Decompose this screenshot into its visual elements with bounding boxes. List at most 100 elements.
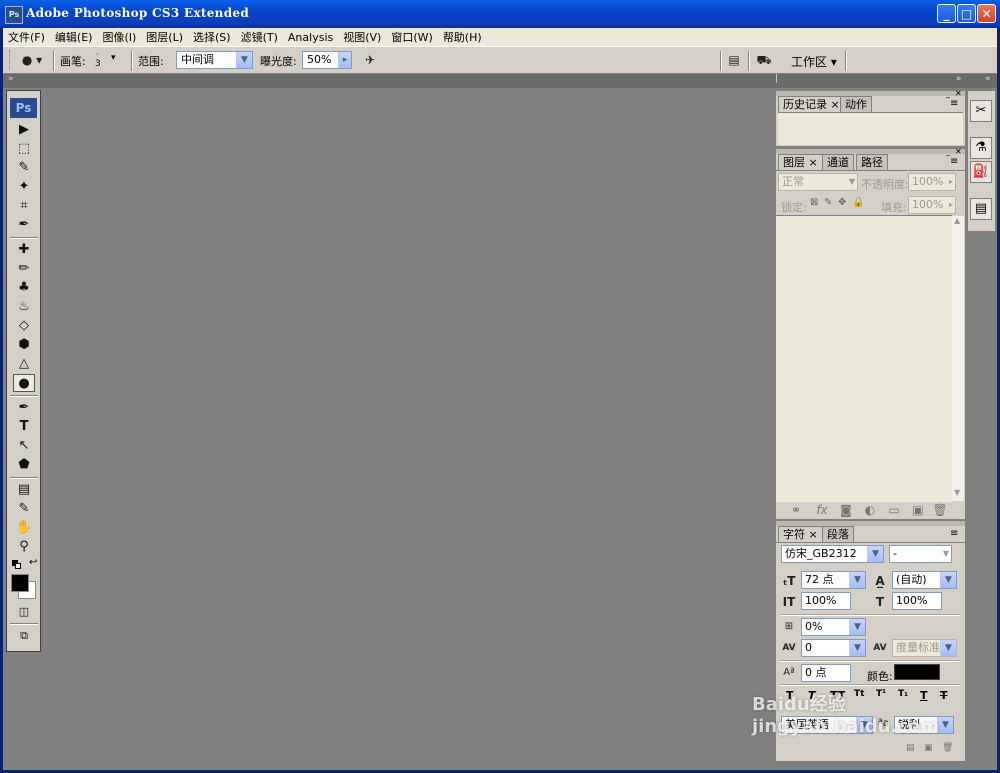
tab-history[interactable]: 历史记录 × xyxy=(778,96,845,112)
exposure-input[interactable]: 50% ▸ xyxy=(302,51,352,69)
tool-presets-icon[interactable]: ✂ xyxy=(970,100,992,122)
lock-all-icon[interactable]: 🔒 xyxy=(852,197,864,208)
layer-style-icon[interactable]: fx xyxy=(814,502,830,518)
font-size-select[interactable]: 72 点 ▼ xyxy=(801,571,866,589)
kerning-select[interactable]: 0 ▼ xyxy=(801,639,866,657)
menu-view[interactable]: 视图(V) xyxy=(338,29,386,45)
vertical-scale-input[interactable]: 100% xyxy=(801,592,851,610)
adjustment-layer-icon[interactable]: ◐ xyxy=(862,502,878,518)
fill-input[interactable]: 100% ▸ xyxy=(908,196,956,214)
photoshop-app-icon[interactable]: Ps xyxy=(5,6,23,24)
slice-tool-icon[interactable]: ✒ xyxy=(13,216,35,234)
layers-scrollbar[interactable]: ▲ ▼ xyxy=(952,216,964,501)
tracking-select[interactable]: 度量标准 ▼ xyxy=(892,639,957,657)
lock-position-icon[interactable]: ✥ xyxy=(838,197,846,208)
menu-file[interactable]: 文件(F) xyxy=(3,29,50,45)
tab-paragraph[interactable]: 段落 xyxy=(822,526,854,542)
tsume-select[interactable]: 0% ▼ xyxy=(801,618,866,636)
history-content[interactable] xyxy=(778,112,963,145)
new-layer-icon[interactable]: ▣ xyxy=(910,502,926,518)
panel-menu-icon[interactable]: ≡ xyxy=(950,156,958,167)
expand-panels-icon[interactable]: » xyxy=(956,74,962,84)
menu-help[interactable]: 帮助(H) xyxy=(438,29,487,45)
photoshop-logo[interactable]: Ps xyxy=(10,98,37,118)
default-colors-icon[interactable] xyxy=(12,560,21,569)
tool-preset-picker[interactable]: ● ▾ xyxy=(17,52,47,68)
panel-menu-icon[interactable]: ≡ xyxy=(950,98,958,109)
clone-source-icon[interactable]: ⛽ xyxy=(970,161,992,183)
collapse-grip-icon[interactable]: | xyxy=(775,74,778,84)
menu-edit[interactable]: 编辑(E) xyxy=(50,29,98,45)
notes-tool-icon[interactable]: ▤ xyxy=(13,481,35,499)
foreground-color-swatch[interactable] xyxy=(11,574,29,592)
palette-well-icon[interactable]: ▤ xyxy=(725,52,743,68)
move-tool-icon[interactable]: ▶ xyxy=(13,121,35,139)
menu-analysis[interactable]: Analysis xyxy=(283,31,338,44)
menu-window[interactable]: 窗口(W) xyxy=(386,29,437,45)
menu-select[interactable]: 选择(S) xyxy=(188,29,236,45)
screen-mode-icon[interactable]: ⧉ xyxy=(13,627,35,645)
maximize-button[interactable]: □ xyxy=(957,4,976,23)
tab-paths[interactable]: 路径 xyxy=(856,154,888,170)
horizontal-scale-input[interactable]: 100% xyxy=(892,592,942,610)
magic-wand-tool-icon[interactable]: ✦ xyxy=(13,178,35,196)
menu-layer[interactable]: 图层(L) xyxy=(141,29,188,45)
blend-mode-select[interactable]: 正常 ▼ xyxy=(778,173,858,191)
minimize-button[interactable]: _ xyxy=(937,4,956,23)
new-group-icon[interactable]: ▭ xyxy=(886,502,902,518)
brushes-icon[interactable]: ⚗ xyxy=(970,137,992,159)
trash-icon[interactable]: 🗑 xyxy=(932,502,948,518)
tab-layers[interactable]: 图层 × xyxy=(778,154,823,170)
eyedropper-tool-icon[interactable]: ✎ xyxy=(13,500,35,518)
airbrush-toggle-icon[interactable]: ✈ xyxy=(360,52,380,68)
layer-mask-icon[interactable]: ◙ xyxy=(838,502,854,518)
pen-tool-icon[interactable]: ✒ xyxy=(13,399,35,417)
tab-channels[interactable]: 通道 xyxy=(822,154,854,170)
link-layers-icon[interactable]: ⚭ xyxy=(788,502,804,518)
layer-comps-icon[interactable]: ▤ xyxy=(970,198,992,220)
quick-mask-icon[interactable]: ◫ xyxy=(13,603,35,621)
tab-actions[interactable]: 动作 xyxy=(840,96,872,112)
path-selection-tool-icon[interactable]: ↖ xyxy=(13,437,35,455)
baseline-shift-input[interactable]: 0 点 xyxy=(801,664,851,682)
menu-filter[interactable]: 滤镜(T) xyxy=(236,29,283,45)
shape-tool-icon[interactable]: ⬟ xyxy=(13,456,35,474)
burn-tool-icon[interactable]: ● xyxy=(13,374,35,392)
paint-bucket-tool-icon[interactable]: ⬢ xyxy=(13,336,35,354)
swap-colors-icon[interactable]: ↩ xyxy=(29,557,37,568)
menu-image[interactable]: 图像(I) xyxy=(97,29,141,45)
eraser-tool-icon[interactable]: ◇ xyxy=(13,317,35,335)
title-bar[interactable]: Ps Adobe Photoshop CS3 Extended _ □ ✕ xyxy=(0,0,1000,28)
font-family-select[interactable]: 仿宋_GB2312 ▼ xyxy=(781,545,884,563)
brush-picker[interactable]: · 3 ▾ xyxy=(93,50,123,70)
scroll-down-icon[interactable]: ▼ xyxy=(954,488,960,497)
workspace-menu[interactable]: 工作区 ▾ xyxy=(791,53,837,70)
text-color-swatch[interactable] xyxy=(894,664,940,680)
leading-select[interactable]: (自动) ▼ xyxy=(892,571,957,589)
options-bar-grip[interactable] xyxy=(9,50,13,70)
marquee-tool-icon[interactable]: ⬚ xyxy=(13,140,35,158)
expand-dock-icon[interactable]: « xyxy=(985,74,991,84)
hand-tool-icon[interactable]: ✋ xyxy=(13,519,35,537)
bridge-icon[interactable]: ⛟ xyxy=(753,52,775,68)
blur-tool-icon[interactable]: △ xyxy=(13,355,35,373)
crop-tool-icon[interactable]: ⌗ xyxy=(13,197,35,215)
brush-tool-icon[interactable]: ✏ xyxy=(13,260,35,278)
tab-character[interactable]: 字符 × xyxy=(778,526,823,542)
range-select[interactable]: 中间调 ▼ xyxy=(176,51,253,69)
lasso-tool-icon[interactable]: ✎ xyxy=(13,159,35,177)
healing-brush-tool-icon[interactable]: ✚ xyxy=(13,241,35,259)
opacity-input[interactable]: 100% ▸ xyxy=(908,173,956,191)
history-brush-tool-icon[interactable]: ♨ xyxy=(13,298,35,316)
font-style-select[interactable]: - ▼ xyxy=(889,545,952,563)
clone-stamp-tool-icon[interactable]: ♣ xyxy=(13,279,35,297)
panel-menu-icon[interactable]: ≡ xyxy=(950,528,958,539)
type-tool-icon[interactable]: T xyxy=(13,418,35,436)
lock-pixels-icon[interactable]: ✎ xyxy=(824,197,832,208)
scroll-up-icon[interactable]: ▲ xyxy=(954,216,960,225)
expand-toolbox-icon[interactable]: » xyxy=(8,74,14,84)
close-button[interactable]: ✕ xyxy=(977,4,996,23)
zoom-tool-icon[interactable]: ⚲ xyxy=(13,538,35,556)
layers-list[interactable] xyxy=(776,215,952,502)
lock-transparency-icon[interactable]: ⊠ xyxy=(810,197,818,208)
